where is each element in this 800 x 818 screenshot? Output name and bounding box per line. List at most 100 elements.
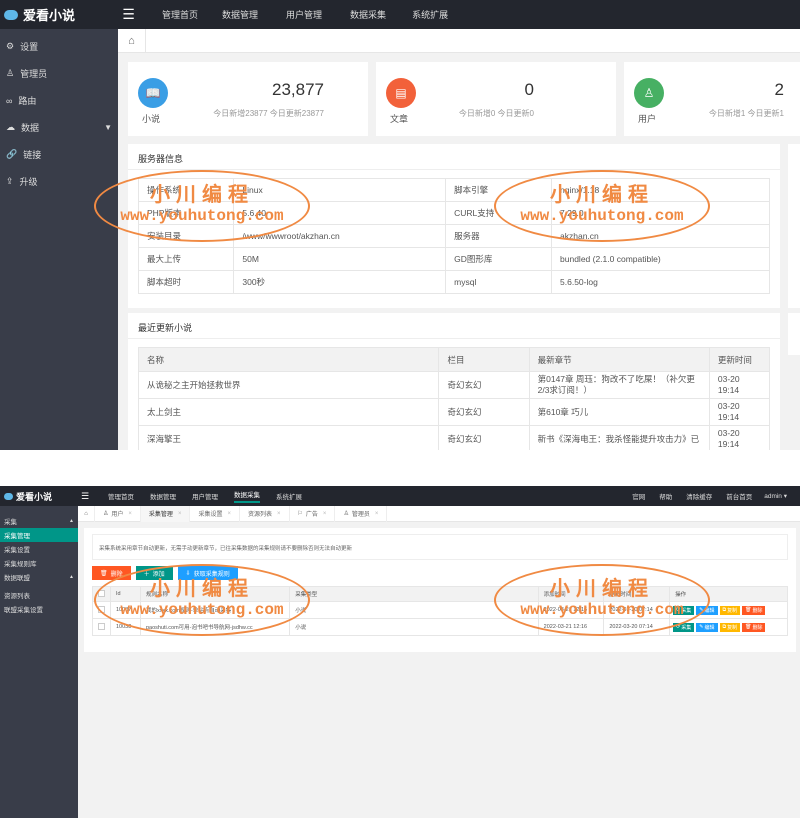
- select-all-checkbox-cell[interactable]: [92, 586, 111, 602]
- close-icon[interactable]: ×: [227, 511, 231, 517]
- delete-button[interactable]: 🗑 删除: [742, 622, 766, 632]
- checkbox[interactable]: [98, 589, 105, 597]
- caret-up-icon: ▲: [69, 518, 74, 524]
- add-button[interactable]: ＋添加: [135, 566, 173, 580]
- user-icon: ♙: [343, 511, 349, 517]
- tab-bar: ⌂: [118, 29, 800, 53]
- cloud-outline-icon: ☁: [6, 122, 15, 132]
- edit-button[interactable]: ✎ 编辑: [696, 622, 718, 632]
- sidebar-group-collect[interactable]: 采集 ▲: [0, 514, 78, 528]
- sidebar-item-admin[interactable]: ♙ 管理员: [0, 60, 118, 87]
- info-value: 50M: [233, 247, 447, 271]
- table-cell: 我的xxxx.com规则-单站点自动采集: [139, 601, 291, 619]
- cloud-icon: [4, 492, 13, 500]
- nav-extend[interactable]: 系统扩展: [276, 491, 302, 501]
- stat-card-novels: 📖 小说 23,877 今日新增23877 今日更新23877: [128, 62, 368, 136]
- tab-ads[interactable]: ⚐ 广告 ×: [288, 505, 335, 522]
- info-key: 操作系统: [137, 178, 235, 202]
- sidebar-item-route[interactable]: ∞ 路由: [0, 87, 118, 114]
- sidebar-item-resource-list[interactable]: 资源列表: [0, 588, 78, 602]
- fetch-rules-button[interactable]: ⇩ 获取采集规则: [177, 566, 238, 580]
- close-icon[interactable]: ×: [128, 511, 132, 517]
- table-cell: 新书《深海电王：我杀怪能提升攻击力》已: [528, 425, 710, 450]
- table-row[interactable]: 深海擎王 奇幻玄幻 新书《深海电王：我杀怪能提升攻击力》已 03-20 19:14: [137, 425, 771, 450]
- close-icon[interactable]: ×: [323, 511, 327, 517]
- stat-label: 小说: [142, 114, 161, 124]
- tab-collect-manage[interactable]: 采集管理 ×: [139, 505, 190, 522]
- table-row[interactable]: 从诡秘之主开始拯救世界 奇幻玄幻 第0147章 周珏：狗改不了吃屎！（补欠更2/3求…: [137, 370, 771, 400]
- sidebar-item-link[interactable]: 🔗 链接: [0, 141, 118, 168]
- collect-button[interactable]: ⟳ 采集: [673, 605, 695, 615]
- delete-button[interactable]: 🗑 删除: [742, 605, 766, 615]
- menu-toggle-icon[interactable]: ☰: [114, 0, 143, 29]
- nav-home[interactable]: 管理首页: [108, 491, 134, 501]
- sidebar-group-union[interactable]: 数据联盟 ▲: [0, 570, 78, 584]
- menu-toggle-icon[interactable]: ☰: [78, 486, 92, 506]
- sidebar-item-data[interactable]: ☁ 数据 ▼: [0, 114, 118, 141]
- copy-button[interactable]: ⧉ 复制: [719, 622, 741, 632]
- nav-users[interactable]: 用户管理: [192, 491, 218, 501]
- link-help[interactable]: 帮助: [659, 491, 672, 501]
- admin-menu[interactable]: admin ▾: [764, 492, 787, 500]
- sidebar-item-collect-manage[interactable]: 采集管理: [0, 528, 78, 542]
- app-logo[interactable]: 爱看小说: [0, 486, 52, 506]
- trash-icon: 🗑: [100, 570, 108, 577]
- trash-icon: 🗑: [745, 624, 752, 630]
- checkbox[interactable]: [98, 605, 105, 613]
- app-title: 爱看小说: [23, 8, 76, 23]
- server-info-row: 脚本超时 300秒 mysql 5.6.50-log: [137, 270, 770, 294]
- collect-rules-table: Id 规则名称 采集类型 添加时间 更新时间 操作 10037 我的xxxx.com规则-单…: [92, 586, 788, 636]
- tab-users[interactable]: ♙ 用户 ×: [94, 505, 140, 522]
- stat-label: 文章: [390, 114, 409, 124]
- notice-text: 采集系统采用章节自动更新，无需手动更新章节，已往采集数据的采集规则请不要删除否则…: [92, 534, 788, 560]
- info-key: 脚本引擎: [445, 178, 553, 202]
- link-official[interactable]: 官网: [632, 491, 645, 501]
- tab-admins[interactable]: ♙ 管理员 ×: [334, 505, 388, 522]
- refresh-icon: ⟳: [676, 607, 681, 613]
- home-icon[interactable]: ⌂: [78, 511, 94, 517]
- table-row[interactable]: 10037 我的xxxx.com规则-单站点自动采集 小说 2022-03-21 12…: [92, 601, 788, 619]
- screenshot-collect-manage: 爱看小说 ☰ 管理首页 数据管理 用户管理 数据采集 系统扩展 官网 帮助 清除…: [0, 486, 800, 818]
- delete-button[interactable]: 🗑 删除: [92, 566, 131, 580]
- row-checkbox-cell[interactable]: [92, 618, 111, 636]
- sidebar-item-settings[interactable]: ⚙ 设置: [0, 33, 118, 60]
- edit-icon: ✎: [699, 624, 704, 630]
- collect-button[interactable]: ⟳ 采集: [673, 622, 695, 632]
- server-info-row: 安装目录/www/wwwroot/akzhan.cn 服务器 akzhan.cn: [137, 224, 770, 248]
- sidebar-item-rule-library[interactable]: 采集规则库: [0, 556, 78, 570]
- home-icon[interactable]: ⌂: [118, 29, 146, 53]
- nav-data[interactable]: 数据管理: [150, 491, 176, 501]
- nav-collect[interactable]: 数据采集: [350, 8, 386, 21]
- top-header: 爱看小说 ☰ 管理首页 数据管理 用户管理 数据采集 系统扩展: [0, 0, 800, 29]
- nav-home[interactable]: 管理首页: [162, 8, 198, 21]
- table-cell: 2022-03-20 07:14: [603, 618, 671, 636]
- edit-button[interactable]: ✎ 编辑: [696, 605, 718, 615]
- close-icon[interactable]: ×: [375, 511, 379, 517]
- nav-users[interactable]: 用户管理: [286, 8, 322, 21]
- clear-cache-button[interactable]: 清除缓存: [686, 491, 712, 501]
- table-row[interactable]: 太上剑主 奇幻玄幻 第610章 巧儿 03-20 19:14: [137, 398, 771, 427]
- table-cell: 奇幻玄幻: [438, 398, 530, 427]
- close-icon[interactable]: ×: [178, 511, 182, 517]
- link-frontend[interactable]: 前台首页: [726, 491, 752, 501]
- checkbox[interactable]: [98, 622, 105, 630]
- table-row[interactable]: 10038 paoshuti.com可用-泡书吧书导航网-jsdhw.cc 小说 20…: [92, 618, 788, 636]
- close-icon[interactable]: ×: [277, 511, 281, 517]
- screenshot-dashboard: 爱看小说 ☰ 管理首页 数据管理 用户管理 数据采集 系统扩展 ⚙ 设置 ♙ 管理员…: [0, 0, 800, 450]
- info-value: /www/wwwroot/akzhan.cn: [233, 224, 447, 248]
- table-cell: 10038: [110, 618, 141, 636]
- sidebar-item-upgrade[interactable]: ⇪ 升级: [0, 168, 118, 195]
- sidebar-item-union-settings[interactable]: 联盟采集设置: [0, 602, 78, 616]
- tab-resource-list[interactable]: 资源列表 ×: [238, 505, 289, 522]
- nav-data[interactable]: 数据管理: [222, 8, 258, 21]
- row-checkbox-cell[interactable]: [92, 601, 111, 619]
- info-value: 5.6.40: [233, 201, 447, 225]
- nav-extend[interactable]: 系统扩展: [412, 8, 448, 21]
- sidebar-item-collect-settings[interactable]: 采集设置: [0, 542, 78, 556]
- table-cell: 小说: [289, 618, 539, 636]
- tab-collect-settings[interactable]: 采集设置 ×: [189, 505, 239, 522]
- server-info-title: 服务器信息: [138, 154, 184, 164]
- copy-button[interactable]: ⧉ 复制: [719, 605, 741, 615]
- nav-collect[interactable]: 数据采集: [234, 489, 260, 503]
- app-logo[interactable]: 爱看小说: [0, 0, 75, 29]
